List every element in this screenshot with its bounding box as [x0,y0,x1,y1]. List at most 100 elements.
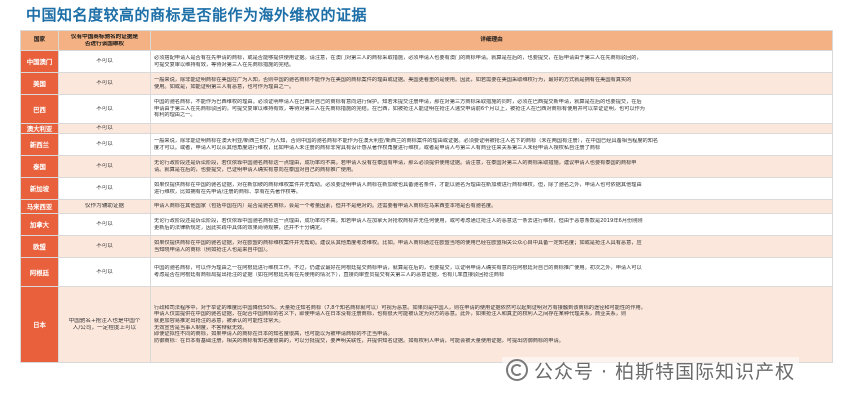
can-enforce-cell: 中国驰名+抢注人也是中国个 人/公司，一定程度上可以 [58,286,151,363]
can-enforce-cell: 不可以 [58,94,151,124]
can-enforce-line: 不可以 [96,185,113,191]
country-cell: 美国 [20,72,59,95]
reason-line: 请。就算是在后的，也要提交，已证明申请人确实有意向在泰国对自己的商标推广使用。 [154,166,357,173]
can-enforce-cell: 不可以 [58,50,151,73]
table-row: 加拿大 不可以 无论行政阶段还是诉讼阶段，若仅依靠中国驰名商标这一点理由，成功率均不… [20,213,833,236]
can-enforce-cell: 不可以 [58,235,151,258]
country-cell: 欧盟 [20,235,59,258]
reason-line: 申请人商标在其他国家（包括中国在内）是否是驰名商标，会是一个考量因素，但并不是绝… [154,203,497,210]
reason-line: 防御商标：在日本有基础注册，相关的商标有知名度很高的，可以分批提交，要声明关联性… [154,337,564,344]
country-cell: 中国澳门 [20,50,59,73]
table-row: 日本 中国驰名+抢注人也是中国个 人/公司，一定程度上可以 行政和司法程序中，对于举证… [20,286,833,363]
country-cell: 澳大利亚 [20,123,59,134]
can-enforce-line: 人/公司，一定程度上可以 [72,324,137,331]
country-cell: 阿根廷 [20,257,59,287]
table-row: 泰国 不可以 无论行政阶段还是诉讼阶段，若仅依靠中国驰名商标这一点理由，成功率均不高… [20,155,833,178]
country-cell: 巴西 [20,94,59,124]
country-cell: 新加坡 [20,177,59,200]
can-enforce-cell: 不可以 [58,213,151,236]
header-can-line-2: 否进行该国维权 [84,40,125,47]
reason-cell: 无论行政阶段还是诉讼阶段，若仅依靠中国驰名商标这一点理由，成功率均不高。知若申请… [150,213,833,236]
reason-cell: 中国的驰名商标，可以作为理由之一在阿根廷进行维权工作。不过，仍建议最好在阿根廷提… [150,257,833,287]
table-row: 美国 不可以 一般来说，除非能证明商标在美国在广为人知，否则中国的驰名商标不能作为在… [20,72,833,95]
header-country: 国家 [20,30,59,51]
can-enforce-line: 不可以 [96,243,113,249]
reason-line: 度才可以。或者，申请人可以从其他角度进行维权，比如申请人未注册的商标非常具有设计… [154,144,601,151]
table-row: 巴西 不可以 中国的驰名商标，不能作为巴西维权的理由。必须证明申请人在巴西对自己的商… [20,94,833,124]
reason-line: 进行维权，比如拥有在先申请/注册的商标、享有在先著作权等。 [154,188,301,195]
can-enforce-line: 中国驰名+抢注人也是中国个 [68,317,141,324]
reason-cell [150,123,833,134]
table-header-row: 国家 仅有中国商标驰名的证据是 否进行该国维权 详细理由 [20,30,833,51]
reason-line: 中国的驰名商标，不能作为巴西维权的理由。必须证明申请人在巴西对自己的商标有意向进… [154,99,642,106]
comparison-table: 国家 仅有中国商标驰名的证据是 否进行该国维权 详细理由 中国澳门 不可以 必须搭配… [20,30,833,363]
can-enforce-line: 不可以 [96,105,113,112]
table-row: 新西兰 不可以 一般来说，除非能证明商标在澳大利亚/新西兰也广为人知，否则中国的驰名… [20,133,833,156]
table-row: 澳大利亚 不可以 [20,123,833,134]
table-row: 中国澳门 不可以 必须搭配申请人是否有在先申请的商标，或是否能够提供使用证据。请注意… [20,50,833,73]
reason-line: 当知晓申请人的商标（例如抢注人也是来自中国）。 [154,246,271,253]
reason-line: 更新后的法律新规定，因此实践中具体的效果尚待观察，还并不十分确定。 [154,224,326,231]
can-enforce-line: 不可以 [96,58,113,64]
watermark-text: 公众号 · 柏斯特国际知识产权 [534,360,796,383]
reason-line: 如果仅提供商标在中国的驰名证据，对在欧盟的商标维权案件并无帮助。建议从其他角度考… [154,239,642,246]
header-can-line-1: 仅有中国商标驰名的证据是 [70,33,139,40]
country-cell: 泰国 [20,155,59,178]
reason-line: 申请人仅需提供在中国的驰名证据，在配合中国商标的名义下，即使申请人在日本没有注册… [154,311,627,318]
reason-line: 申请由于第三人在先商标驳回的，可提交复审以维持有效，等待对第三人在先商标措施的完… [154,105,645,112]
reason-line: 无论行政阶段还是诉讼阶段，若仅依靠中国驰名商标这一点理由，成功率均不高。若申请人… [154,159,637,166]
reason-cell: 一般来说，除非能证明商标在美国在广为人知，否则中国的驰名商标不能作为在美国的商标… [150,72,833,95]
reason-cell: 申请人商标在其他国家（包括中国在内）是否是驰名商标，会是一个考量因素，但并不是绝… [150,199,833,214]
table-row: 新加坡 不可以 如果仅提供商标在中国的驰名证据，对在新加坡的商标维权案件并无帮助。必… [20,177,833,200]
header-reason: 详细理由 [150,30,833,51]
reason-line: 可提交复审以维持有效，等待对第三人在先商标措施的完结。 [154,61,295,68]
can-enforce-line: 仅作为辅助证据 [84,203,125,209]
country-cell: 加拿大 [20,213,59,236]
table-row: 阿根廷 不可以 中国的驰名商标，可以作为理由之一在阿根廷进行维权工作。不过，仍建议最… [20,257,833,287]
reason-line: 就更加容易推定出抢注的恶意，被承认的可能性非常大。 [154,317,284,324]
reason-line: 一般来说，除非能证明商标在美国在广为人知，否则中国的驰名商标不能作为在美国的商标… [154,76,632,83]
page-title: 中国知名度较高的商标是否能作为海外维权的证据 [26,6,368,24]
table-row: 欧盟 不可以 如果仅提供商标在中国的驰名证据，对在欧盟的商标维权案件并无帮助。建议从… [20,235,833,258]
can-enforce-line: 不可以 [96,221,113,227]
reason-line: 考虑是否在阿根廷有商标局提出抢注的证据（如在阿根廷先有在先使用的情况下），直接向… [154,272,505,278]
reason-cell: 行政和司法程序中，对于举证的难度比中国降低50%。大量抢注知名商标（7,8个知名… [150,286,833,363]
can-enforce-line: 不可以 [96,141,113,147]
can-enforce-line: 不可以 [96,125,113,131]
reason-line: 无效宣告是当事人制度，不答辩就无效。 [154,324,248,331]
reason-cell: 如果仅提供商标在中国的驰名证据，对在欧盟的商标维权案件并无帮助。建议从其他角度考… [150,235,833,258]
country-cell: 新西兰 [20,133,59,156]
table-row: 马来西亚 仅作为辅助证据 申请人商标在其他国家（包括中国在内）是否是驰名商标，会是一… [20,199,833,214]
can-enforce-line: 不可以 [96,80,113,86]
country-cell: 马来西亚 [20,199,59,214]
reason-line: 有利的理由之一。 [154,112,196,119]
reason-line: 即使证拟性不同的商标，如果申请人的商标在日本的知名度很高，也可能以为被申请商标的… [154,331,393,338]
country-cell: 日本 [20,286,59,363]
table-body: 中国澳门 不可以 必须搭配申请人是否有在先申请的商标，或是否能够提供使用证据。请注意… [20,50,833,363]
reason-cell: 必须搭配申请人是否有在先申请的商标，或是否能够提供使用证据。请注意，在澳门对第三… [150,50,833,73]
reason-line: 必须搭配申请人是否有在先申请的商标，或是否能够提供使用证据。请注意，在澳门对第三… [154,54,642,61]
can-enforce-line: 不可以 [96,163,113,169]
can-enforce-cell: 不可以 [58,257,151,287]
page: 中国知名度较高的商标是否能作为海外维权的证据 国家 仅有中国商标驰名的证据是 否… [0,0,846,403]
can-enforce-cell: 不可以 [58,123,151,134]
header-can-enforce: 仅有中国商标驰名的证据是 否进行该国维权 [58,30,151,51]
reason-line: 中国的驰名商标，可以作为理由之一在阿根廷进行维权工作。不过，仍建议最好在阿根廷提… [154,265,642,272]
can-enforce-cell: 不可以 [58,72,151,95]
can-enforce-line: 不可以 [96,268,113,275]
reason-cell: 中国的驰名商标，不能作为巴西维权的理由。必须证明申请人在巴西对自己的商标有意向进… [150,94,833,124]
can-enforce-cell: 仅作为辅助证据 [58,199,151,214]
can-enforce-cell: 不可以 [58,155,151,178]
reason-cell: 无论行政阶段还是诉讼阶段，若仅依靠中国驰名商标这一点理由，成功率均不高。若申请人… [150,155,833,178]
reason-cell: 一般来说，除非能证明商标在澳大利亚/新西兰也广为人知，否则中国的驰名商标不能作为… [150,133,833,156]
reason-line: 使用。如或是，如能证明第三人有恶意，也可作为理由之一。 [154,83,295,90]
watermark: 公众号 · 柏斯特国际知识产权 [502,357,800,383]
reason-line: 一般来说，除非能证明商标在澳大利亚/新西兰也广为人知，否则中国的驰名商标不能作为… [154,137,659,144]
can-enforce-cell: 不可以 [58,177,151,200]
reason-line: 无论行政阶段还是诉讼阶段，若仅依靠中国驰名商标这一点理由，成功率均不高。知若申请… [154,217,643,224]
reason-line: 行政和司法程序中，对于举证的难度比中国降低50%。大量抢注知名商标（7,8个知名… [154,304,646,311]
wechat-logo-icon [506,359,528,381]
reason-line: 如果仅提供商标在中国的驰名证据，对在新加坡的商标维权案件并无帮助。必须要证明申请… [154,181,642,188]
reason-cell: 如果仅提供商标在中国的驰名证据，对在新加坡的商标维权案件并无帮助。必须要证明申请… [150,177,833,200]
can-enforce-cell: 不可以 [58,133,151,156]
